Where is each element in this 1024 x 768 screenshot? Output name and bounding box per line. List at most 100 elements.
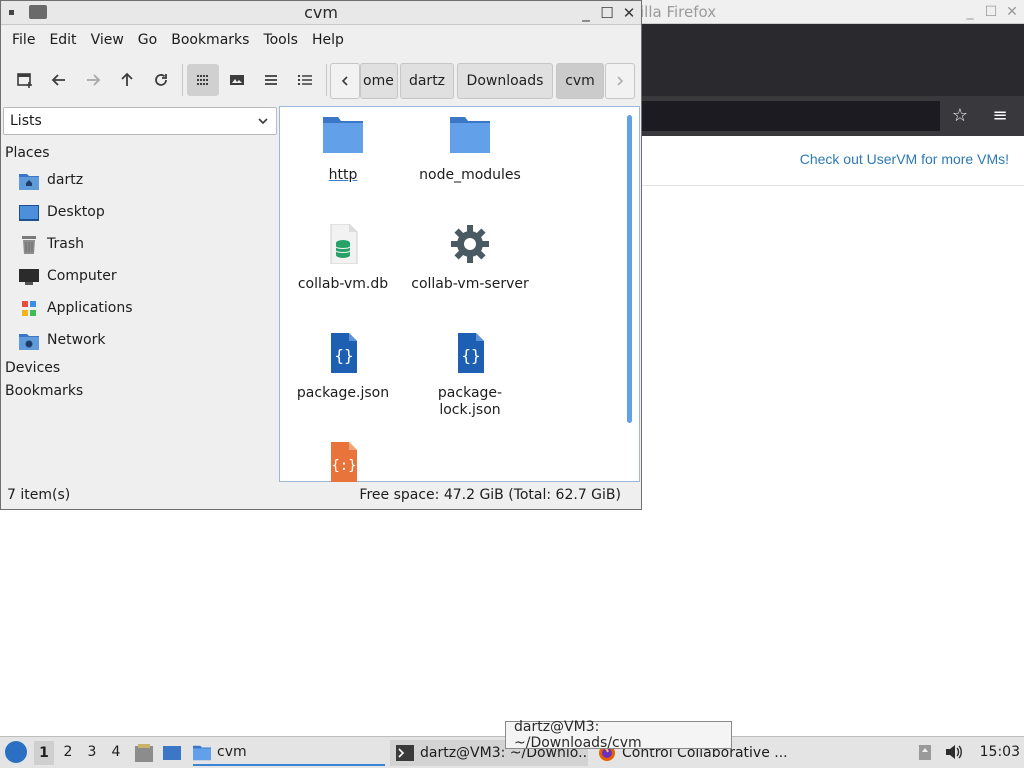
hamburger-menu-icon[interactable]: ≡ <box>988 104 1012 128</box>
sidebar-item-label: Computer <box>47 268 117 284</box>
start-menu-button[interactable] <box>5 741 27 763</box>
executable-gear-icon <box>451 225 489 263</box>
page-banner: Check out UserVM for more VMs! <box>640 136 1024 186</box>
json-file-icon: {} <box>331 333 357 373</box>
file-name: node_modules <box>419 167 521 183</box>
sidebar-item-label: Network <box>47 332 106 348</box>
file-name: collab-vm.db <box>297 276 389 292</box>
firefox-window: illa Firefox _ ☐ ✕ ☆ ≡ Check out UserVM … <box>640 0 1024 190</box>
file-name: http <box>328 167 358 183</box>
toolbar-separator <box>326 64 327 96</box>
bookmarks-header[interactable]: Bookmarks <box>5 383 83 399</box>
file-item-package-lock-json[interactable]: {} package- lock.json <box>407 333 533 433</box>
bookmark-star-icon[interactable]: ☆ <box>948 104 972 128</box>
chevron-right-icon <box>617 76 624 86</box>
show-desktop-icon[interactable] <box>162 743 182 763</box>
sidebar-item-label: dartz <box>47 172 84 188</box>
file-item-script[interactable]: {:} <box>280 442 406 482</box>
workspace-2[interactable]: 2 <box>58 744 78 760</box>
workspace-1[interactable]: 1 <box>34 741 54 765</box>
menubar: File Edit View Go Bookmarks Tools Help <box>1 25 641 55</box>
task-label: cvm <box>217 744 247 760</box>
minimize-icon[interactable]: _ <box>577 4 595 22</box>
network-icon <box>19 334 39 350</box>
home-folder-icon <box>19 174 39 190</box>
side-pane-mode-value: Lists <box>10 113 42 129</box>
url-bar[interactable] <box>640 101 940 131</box>
menu-view[interactable]: View <box>84 32 131 48</box>
workspace-4[interactable]: 4 <box>106 744 126 760</box>
svg-text:{}: {} <box>334 346 353 365</box>
uservm-link[interactable]: Check out UserVM for more VMs! <box>800 151 1009 167</box>
desktop-icon <box>19 205 39 221</box>
close-icon[interactable]: ✕ <box>1004 4 1020 20</box>
list-icon <box>265 75 277 85</box>
sidebar-item-dartz[interactable]: dartz <box>1 166 277 196</box>
crumb-cvm[interactable]: cvm <box>556 63 604 99</box>
thumbnail-view-button[interactable] <box>221 64 253 96</box>
menu-tools[interactable]: Tools <box>256 32 305 48</box>
file-name: package- lock.json <box>437 385 503 418</box>
chevron-down-icon <box>258 118 268 125</box>
file-view[interactable]: http node_modules collab-vm.db collab-vm… <box>279 106 640 482</box>
maximize-icon[interactable]: ☐ <box>598 4 616 22</box>
sidebar-item-desktop[interactable]: Desktop <box>1 198 277 228</box>
minimize-icon[interactable]: _ <box>962 4 978 20</box>
computer-icon <box>19 269 39 285</box>
up-button[interactable] <box>111 64 143 96</box>
arrow-left-icon <box>51 74 65 86</box>
menu-go[interactable]: Go <box>131 32 164 48</box>
toolbar-separator <box>182 64 183 96</box>
sidebar-item-label: Trash <box>47 236 84 252</box>
free-space: Free space: 47.2 GiB (Total: 62.7 GiB) <box>359 487 621 503</box>
places-header[interactable]: Places <box>5 145 50 161</box>
folder-icon <box>450 117 490 153</box>
database-file-icon <box>330 224 358 264</box>
new-window-button[interactable] <box>9 64 41 96</box>
file-manager-launcher-icon[interactable] <box>134 743 154 763</box>
crumb-downloads[interactable]: Downloads <box>457 63 553 99</box>
task-cvm[interactable]: cvm <box>193 740 385 766</box>
file-item-collab-vm-db[interactable]: collab-vm.db <box>280 224 406 324</box>
menu-help[interactable]: Help <box>305 32 351 48</box>
sidebar-item-network[interactable]: Network <box>1 326 277 356</box>
path-scroll-right-button[interactable] <box>605 63 635 99</box>
script-file-icon: {:} <box>331 442 357 482</box>
compact-view-button[interactable] <box>255 64 287 96</box>
detailed-view-button[interactable] <box>289 64 321 96</box>
detailed-list-icon <box>298 75 312 85</box>
sidebar-item-computer[interactable]: Computer <box>1 262 277 292</box>
vertical-scrollbar[interactable] <box>627 115 632 423</box>
svg-text:{}: {} <box>461 346 480 365</box>
reload-button[interactable] <box>145 64 177 96</box>
workspace-3[interactable]: 3 <box>82 744 102 760</box>
volume-icon[interactable] <box>944 743 962 761</box>
file-manager-titlebar: cvm _ ☐ ✕ <box>1 1 641 25</box>
sidebar-item-applications[interactable]: Applications <box>1 294 277 324</box>
image-icon <box>230 75 244 85</box>
sidebar-item-label: Applications <box>47 300 133 316</box>
firefox-navbar: ☆ ≡ <box>640 96 1024 136</box>
sidebar-item-trash[interactable]: Trash <box>1 230 277 260</box>
file-item-http[interactable]: http <box>280 115 406 215</box>
trash-icon <box>22 236 36 254</box>
menu-file[interactable]: File <box>5 32 42 48</box>
clipboard-tray-icon[interactable] <box>916 743 934 761</box>
menu-edit[interactable]: Edit <box>42 32 83 48</box>
file-item-package-json[interactable]: {} package.json <box>280 333 406 433</box>
crumb-home[interactable]: ome <box>360 63 398 99</box>
devices-header[interactable]: Devices <box>5 360 60 376</box>
file-item-node-modules[interactable]: node_modules <box>407 115 533 215</box>
path-scroll-left-button[interactable] <box>330 63 360 99</box>
firefox-window-title: illa Firefox <box>640 3 717 21</box>
crumb-dartz[interactable]: dartz <box>400 63 454 99</box>
maximize-icon[interactable]: ☐ <box>983 4 999 20</box>
back-button[interactable] <box>43 64 75 96</box>
menu-bookmarks[interactable]: Bookmarks <box>164 32 256 48</box>
grid-icon <box>197 75 208 85</box>
side-pane-mode-select[interactable]: Lists <box>3 107 277 135</box>
icon-view-button[interactable] <box>187 64 219 96</box>
file-item-collab-vm-server[interactable]: collab-vm-server <box>407 224 533 324</box>
close-icon[interactable]: ✕ <box>620 4 638 22</box>
forward-button[interactable] <box>77 64 109 96</box>
